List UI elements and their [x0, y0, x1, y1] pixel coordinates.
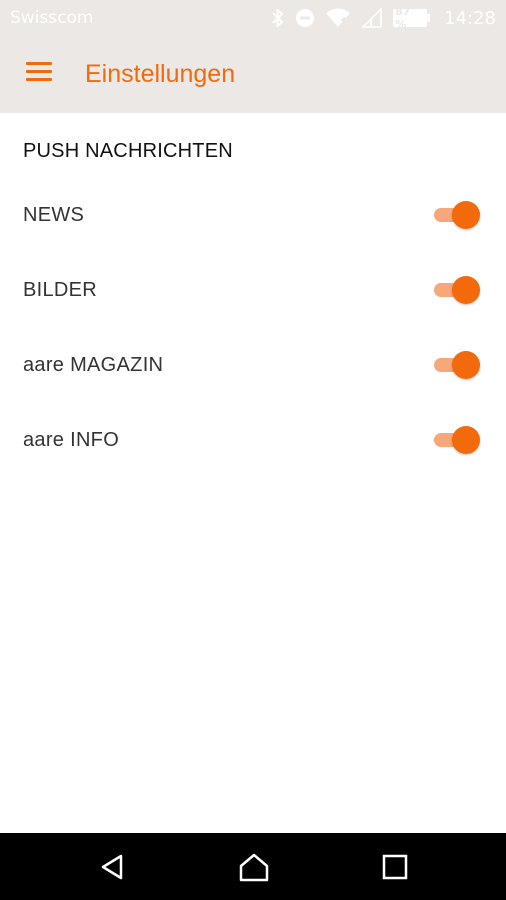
- setting-label: aare MAGAZIN: [23, 354, 164, 376]
- battery-icon: 87 %: [393, 5, 431, 31]
- app-bar: Einstellungen: [0, 36, 506, 113]
- page-title: Einstellungen: [85, 60, 236, 88]
- navigation-bar: [0, 833, 506, 900]
- status-bar: Swisscom 87 % 14:28: [0, 0, 506, 36]
- recents-icon[interactable]: [380, 852, 410, 882]
- clock: 14:28: [444, 7, 496, 29]
- signal-icon: [361, 8, 383, 28]
- setting-row-aare-magazin[interactable]: aare MAGAZIN: [0, 335, 506, 395]
- hamburger-menu-icon[interactable]: [26, 62, 54, 84]
- setting-row-news[interactable]: NEWS: [0, 185, 506, 245]
- bluetooth-icon: [271, 8, 285, 28]
- setting-row-aare-info[interactable]: aare INFO: [0, 410, 506, 470]
- wifi-icon: [325, 8, 351, 28]
- setting-label: NEWS: [23, 204, 85, 226]
- battery-level: 87 %: [395, 5, 411, 31]
- do-not-disturb-icon: [295, 8, 315, 28]
- status-icons: 87 % 14:28: [271, 5, 496, 31]
- news-toggle[interactable]: [432, 200, 482, 230]
- aare-magazin-toggle[interactable]: [432, 350, 482, 380]
- setting-label: aare INFO: [23, 429, 120, 451]
- section-header-push: PUSH NACHRICHTEN: [23, 140, 233, 162]
- bilder-toggle[interactable]: [432, 275, 482, 305]
- carrier-name: Swisscom: [10, 8, 94, 28]
- aare-info-toggle[interactable]: [432, 425, 482, 455]
- home-icon[interactable]: [238, 852, 269, 882]
- setting-row-bilder[interactable]: BILDER: [0, 260, 506, 320]
- setting-label: BILDER: [23, 279, 98, 301]
- back-icon[interactable]: [98, 852, 128, 882]
